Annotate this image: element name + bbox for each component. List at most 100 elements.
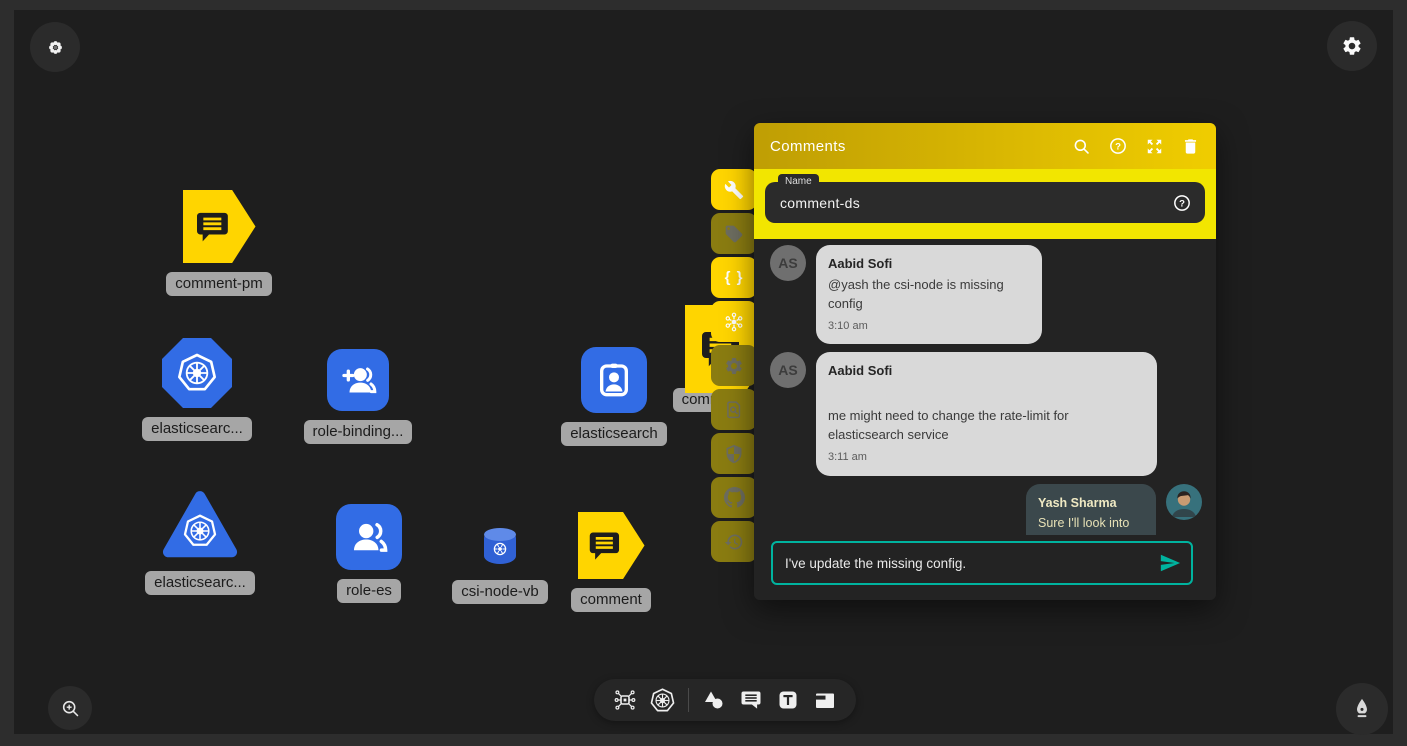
message-text: me might need to change the rate-limit f…: [828, 407, 1145, 445]
storage-cylinder-shape: [484, 528, 516, 564]
braces-icon: { }: [725, 269, 744, 286]
kubernetes-icon: [183, 514, 217, 548]
node-elasticsearch-octagon[interactable]: elasticsearc...: [142, 338, 252, 441]
node-label: elasticsearch: [561, 422, 667, 446]
kubernetes-icon[interactable]: [650, 688, 675, 713]
avatar: AS: [770, 245, 806, 281]
message: AS Aabid Sofi me might need to change th…: [770, 352, 1202, 475]
tag-icon: [724, 224, 744, 244]
node-label: comment: [571, 588, 651, 612]
message-bubble: Aabid Sofi me might need to change the r…: [816, 352, 1157, 475]
node-elasticsearch-serviceaccount[interactable]: elasticsearch: [558, 347, 670, 446]
square-node-shape: [581, 347, 647, 413]
expand-icon[interactable]: [1145, 137, 1164, 156]
node-elasticsearch-triangle[interactable]: elasticsearc...: [144, 488, 256, 595]
name-field[interactable]: Name ?: [765, 182, 1205, 223]
message: Yash Sharma Sure I'll look into this 3:2…: [770, 484, 1202, 535]
avatar-photo: [1166, 484, 1202, 520]
message-bubble: Aabid Sofi @yash the csi-node is missing…: [816, 245, 1042, 344]
square-node-shape: [327, 349, 389, 411]
comments-panel-header[interactable]: Comments ?: [754, 123, 1216, 169]
tags-button[interactable]: [711, 213, 757, 254]
message-author: Yash Sharma: [1038, 494, 1144, 512]
shape-toolbar: [594, 679, 856, 721]
node-label: csi-node-vb: [452, 580, 548, 604]
node-comment[interactable]: comment: [556, 512, 666, 612]
node-role-es[interactable]: role-es: [313, 504, 425, 603]
inspect-document-button[interactable]: [711, 389, 757, 430]
security-button[interactable]: [711, 433, 757, 474]
mesh-hub-icon: [723, 311, 745, 333]
node-comment-pm[interactable]: comment-pm: [164, 190, 274, 296]
comments-panel: Comments ?: [754, 123, 1216, 600]
message-text: @yash the csi-node is missing config: [828, 276, 1030, 314]
avatar: AS: [770, 352, 806, 388]
chat-input[interactable]: [773, 556, 1159, 571]
message-time: 3:11 am: [828, 450, 1145, 466]
chat-bubble-icon: [192, 207, 232, 247]
flower-icon: [46, 38, 65, 57]
toolbar-divider: [688, 688, 689, 712]
chat-bubble-icon: [585, 527, 623, 565]
design-components-icon[interactable]: [613, 688, 637, 712]
mesh-hub-button[interactable]: [711, 301, 757, 342]
chat-input-box[interactable]: [771, 541, 1193, 585]
comment-tool-icon[interactable]: [739, 688, 763, 712]
message-bubble: Yash Sharma Sure I'll look into this 3:2…: [1026, 484, 1156, 535]
trash-icon[interactable]: [1181, 137, 1200, 156]
zoom-fab[interactable]: [48, 686, 92, 730]
message-author: Aabid Sofi: [828, 255, 1030, 274]
message-list[interactable]: AS Aabid Sofi @yash the csi-node is miss…: [754, 239, 1216, 535]
node-role-binding[interactable]: role-binding...: [302, 349, 414, 444]
wrench-icon: [724, 180, 744, 200]
message-time: 3:10 am: [828, 319, 1030, 335]
design-canvas[interactable]: comment-pm elasticsearc... role-binding.…: [14, 10, 1393, 734]
node-context-toolbar: { }: [711, 169, 757, 562]
comment-node-shape: [183, 190, 256, 263]
history-button[interactable]: [711, 521, 757, 562]
kubernetes-icon: [177, 353, 217, 393]
comment-node-shape: [578, 512, 645, 579]
settings-button[interactable]: [711, 345, 757, 386]
name-field-section: Name ?: [754, 169, 1216, 239]
message: AS Aabid Sofi @yash the csi-node is miss…: [770, 245, 1202, 344]
node-label: role-binding...: [304, 420, 413, 444]
help-icon[interactable]: ?: [1172, 193, 1192, 213]
help-icon[interactable]: ?: [1108, 136, 1128, 156]
pen-tool-fab[interactable]: [1336, 683, 1388, 735]
name-field-label: Name: [778, 174, 819, 189]
search-icon[interactable]: [1072, 137, 1091, 156]
kanvas-app: comment-pm elasticsearc... role-binding.…: [0, 0, 1407, 746]
role-users-icon: [348, 516, 390, 558]
gear-icon: [1341, 35, 1363, 57]
message-author: Aabid Sofi: [828, 362, 1145, 381]
zoom-in-icon: [60, 698, 81, 719]
triangle-node-shape: [162, 488, 238, 562]
document-search-icon: [724, 400, 744, 420]
note-tool-icon[interactable]: [813, 688, 837, 712]
name-input[interactable]: [778, 194, 1172, 212]
settings-fab[interactable]: [1327, 21, 1377, 71]
service-account-badge-icon: [594, 360, 634, 400]
message-text: Sure I'll look into this: [1038, 514, 1144, 535]
shield-icon: [724, 444, 744, 464]
chat-input-section: [754, 535, 1216, 600]
octagon-node-shape: [162, 338, 232, 408]
app-menu-button[interactable]: [30, 22, 80, 72]
gear-icon: [724, 356, 744, 376]
github-button[interactable]: [711, 477, 757, 518]
github-icon: [724, 487, 745, 508]
square-node-shape: [336, 504, 402, 570]
role-binding-icon: [338, 360, 378, 400]
configure-button[interactable]: [711, 169, 757, 210]
text-tool-icon[interactable]: [776, 688, 800, 712]
kubernetes-badge-icon: [493, 541, 508, 556]
send-button[interactable]: [1159, 552, 1181, 574]
shapes-icon[interactable]: [702, 688, 726, 712]
node-label: role-es: [337, 579, 401, 603]
node-label: elasticsearc...: [145, 571, 255, 595]
pen-nib-icon: [1349, 696, 1375, 722]
json-config-button[interactable]: { }: [711, 257, 757, 298]
history-icon: [724, 532, 744, 552]
node-csi-node-vb[interactable]: csi-node-vb: [444, 528, 556, 604]
